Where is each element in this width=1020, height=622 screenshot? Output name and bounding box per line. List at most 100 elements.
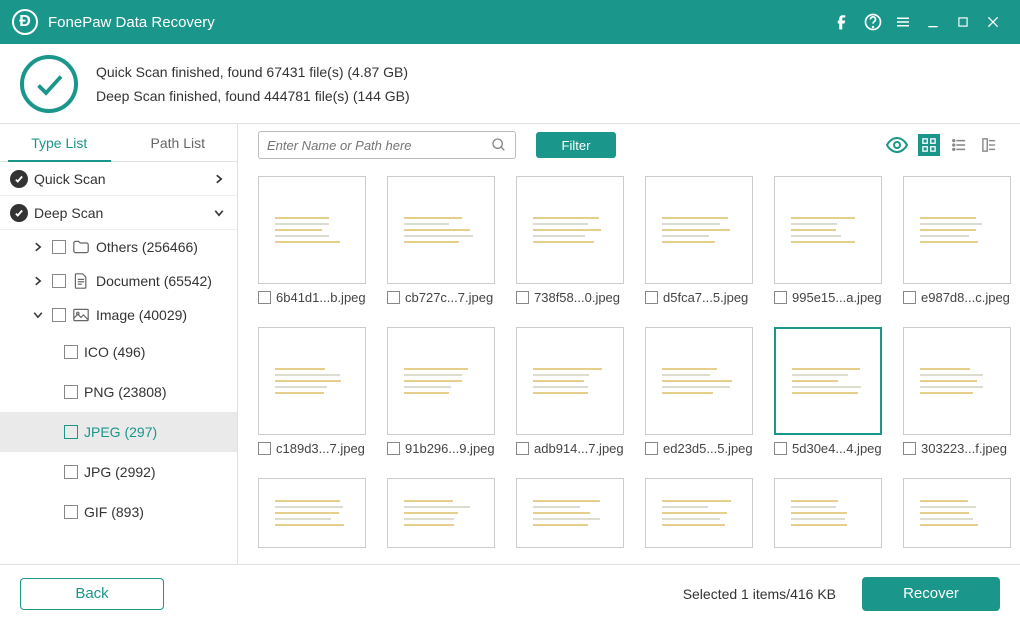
checkbox[interactable] <box>387 442 400 455</box>
maximize-icon[interactable] <box>948 7 978 37</box>
thumbnail-item[interactable]: 303223...f.jpeg <box>903 327 1011 468</box>
close-icon[interactable] <box>978 7 1008 37</box>
tree-ext-jpeg[interactable]: JPEG (297) <box>0 412 237 452</box>
thumbnail-item[interactable]: c189d3...7.jpeg <box>258 327 366 468</box>
checkbox[interactable] <box>52 274 66 288</box>
thumbnail-item[interactable]: 738f58...0.jpeg <box>516 176 624 317</box>
thumbnail-item[interactable]: ed23d5...5.jpeg <box>645 327 753 468</box>
tree-label: Document (65542) <box>96 273 212 289</box>
thumbnail-image[interactable] <box>258 327 366 435</box>
thumbnail-label: adb914...7.jpeg <box>534 441 624 456</box>
thumbnail-label: 5d30e4...4.jpeg <box>792 441 882 456</box>
thumbnail-item[interactable]: 6b41d1...b.jpeg <box>258 176 366 317</box>
thumbnail-image[interactable] <box>774 176 882 284</box>
filter-button[interactable]: Filter <box>536 132 616 158</box>
image-icon <box>72 306 90 324</box>
tree-cat-document[interactable]: Document (65542) <box>0 264 237 298</box>
footer: Back Selected 1 items/416 KB Recover <box>0 564 1020 622</box>
help-icon[interactable] <box>858 7 888 37</box>
search-box[interactable] <box>258 131 516 159</box>
checkbox[interactable] <box>774 291 787 304</box>
tab-path-list[interactable]: Path List <box>119 124 238 161</box>
checkbox[interactable] <box>903 291 916 304</box>
checkbox[interactable] <box>645 291 658 304</box>
thumbnail-item[interactable] <box>645 478 753 548</box>
checkbox[interactable] <box>645 442 658 455</box>
checkbox[interactable] <box>64 385 78 399</box>
list-view-icon[interactable] <box>948 134 970 156</box>
thumbnail-label: d5fca7...5.jpeg <box>663 290 748 305</box>
thumbnail-label: 303223...f.jpeg <box>921 441 1007 456</box>
thumbnail-grid: 6b41d1...b.jpeg cb727c...7.jpeg 738f58...0… <box>238 166 1020 564</box>
body: Type List Path List Quick Scan Deep Scan… <box>0 124 1020 564</box>
checkbox[interactable] <box>64 505 78 519</box>
tree-quick-scan[interactable]: Quick Scan <box>0 162 237 196</box>
tree-deep-scan[interactable]: Deep Scan <box>0 196 237 230</box>
thumbnail-item[interactable]: d5fca7...5.jpeg <box>645 176 753 317</box>
checkmark-icon <box>20 55 78 113</box>
tab-type-list[interactable]: Type List <box>0 124 119 161</box>
check-bullet-icon <box>10 170 28 188</box>
chevron-right-icon <box>30 273 46 289</box>
tree-ext-png[interactable]: PNG (23808) <box>0 372 237 412</box>
thumbnail-image[interactable] <box>516 176 624 284</box>
checkbox[interactable] <box>774 442 787 455</box>
checkbox[interactable] <box>516 442 529 455</box>
thumbnail-item[interactable]: 91b296...9.jpeg <box>387 327 495 468</box>
thumbnail-item[interactable] <box>258 478 366 548</box>
thumbnail-item[interactable]: 5d30e4...4.jpeg <box>774 327 882 468</box>
thumbnail-image[interactable] <box>645 327 753 435</box>
checkbox[interactable] <box>52 240 66 254</box>
thumbnail-image[interactable] <box>387 327 495 435</box>
thumbnail-image[interactable] <box>774 327 882 435</box>
tree-ext-ico[interactable]: ICO (496) <box>0 332 237 372</box>
minimize-icon[interactable] <box>918 7 948 37</box>
back-button[interactable]: Back <box>20 578 164 610</box>
thumbnail-item[interactable]: e987d8...c.jpeg <box>903 176 1011 317</box>
scan-status-text: Quick Scan finished, found 67431 file(s)… <box>96 60 410 108</box>
checkbox[interactable] <box>64 345 78 359</box>
thumbnail-label: c189d3...7.jpeg <box>276 441 365 456</box>
checkbox[interactable] <box>258 442 271 455</box>
detail-view-icon[interactable] <box>978 134 1000 156</box>
thumbnail-item[interactable] <box>387 478 495 548</box>
checkbox[interactable] <box>258 291 271 304</box>
thumbnail-image[interactable] <box>258 176 366 284</box>
app-logo: Ð <box>12 9 38 35</box>
menu-icon[interactable] <box>888 7 918 37</box>
tree-label: JPEG (297) <box>84 424 157 440</box>
tree-label: Quick Scan <box>34 171 205 187</box>
thumbnail-image[interactable] <box>516 327 624 435</box>
tree-label: PNG (23808) <box>84 384 166 400</box>
search-input[interactable] <box>267 138 491 153</box>
recover-button[interactable]: Recover <box>862 577 1000 611</box>
scan-status-area: Quick Scan finished, found 67431 file(s)… <box>0 44 1020 124</box>
thumbnail-image[interactable] <box>645 176 753 284</box>
tree-label: JPG (2992) <box>84 464 156 480</box>
checkbox[interactable] <box>516 291 529 304</box>
checkbox[interactable] <box>64 465 78 479</box>
tree-cat-image[interactable]: Image (40029) <box>0 298 237 332</box>
thumbnail-image[interactable] <box>903 176 1011 284</box>
checkbox[interactable] <box>52 308 66 322</box>
thumbnail-item[interactable] <box>903 478 1011 548</box>
thumbnail-image[interactable] <box>387 176 495 284</box>
grid-view-icon[interactable] <box>918 134 940 156</box>
app-title: FonePaw Data Recovery <box>48 14 828 31</box>
checkbox[interactable] <box>903 442 916 455</box>
thumbnail-item[interactable] <box>516 478 624 548</box>
thumbnail-label: cb727c...7.jpeg <box>405 290 493 305</box>
tree-ext-gif[interactable]: GIF (893) <box>0 492 237 532</box>
checkbox[interactable] <box>387 291 400 304</box>
tree-ext-jpg[interactable]: JPG (2992) <box>0 452 237 492</box>
tree-cat-others[interactable]: Others (256466) <box>0 230 237 264</box>
checkbox[interactable] <box>64 425 78 439</box>
thumbnail-item[interactable]: 995e15...a.jpeg <box>774 176 882 317</box>
preview-icon[interactable] <box>884 132 910 158</box>
thumbnail-item[interactable]: cb727c...7.jpeg <box>387 176 495 317</box>
sidebar-tabs: Type List Path List <box>0 124 237 162</box>
facebook-icon[interactable] <box>828 7 858 37</box>
thumbnail-item[interactable]: adb914...7.jpeg <box>516 327 624 468</box>
thumbnail-image[interactable] <box>903 327 1011 435</box>
thumbnail-item[interactable] <box>774 478 882 548</box>
